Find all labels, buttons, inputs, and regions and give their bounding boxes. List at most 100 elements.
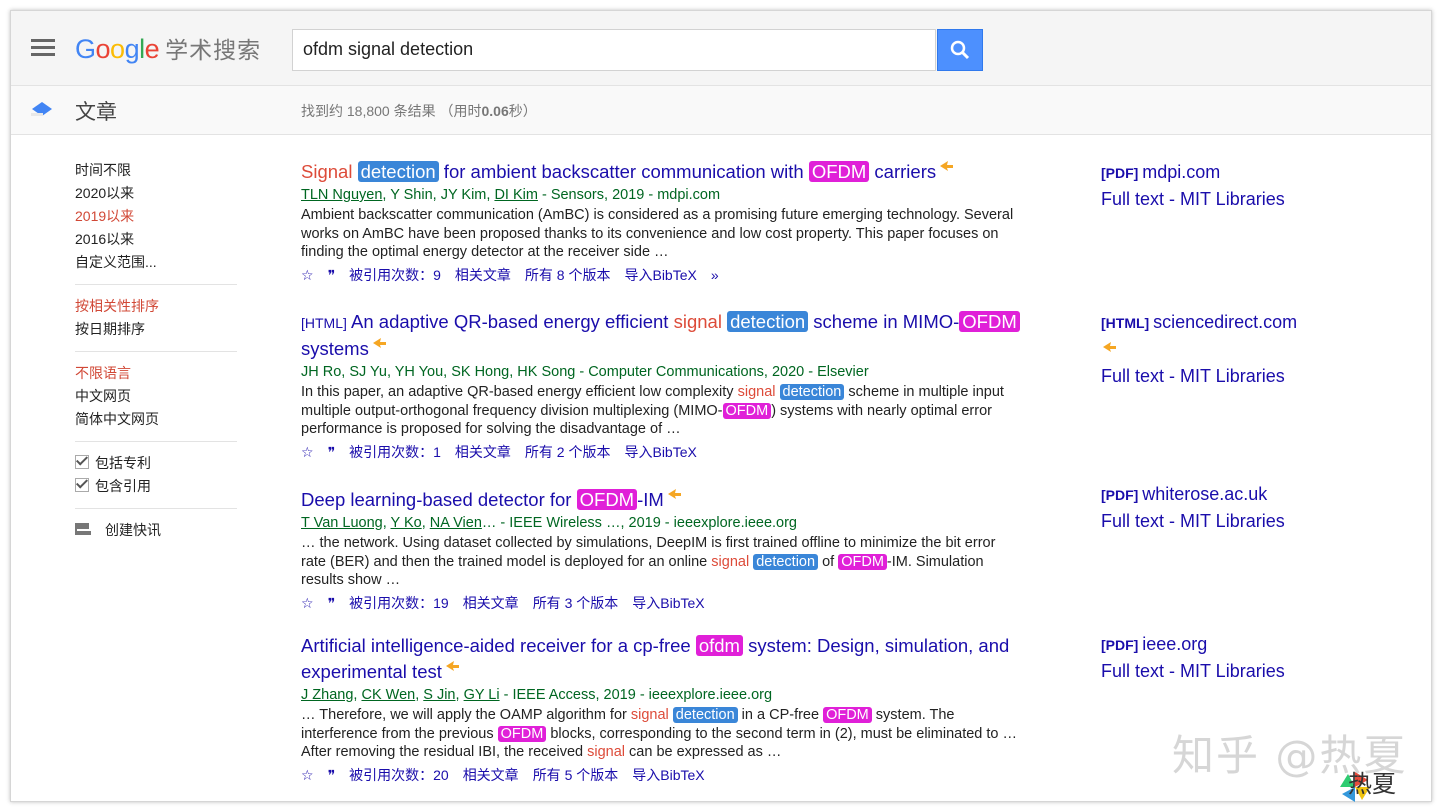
- cited-by-link[interactable]: 被引用次数：19: [349, 595, 449, 611]
- author-link[interactable]: NA Vien: [430, 515, 482, 531]
- save-star-icon[interactable]: ☆: [301, 267, 314, 283]
- library-link-icon[interactable]: [444, 660, 460, 672]
- all-versions-link[interactable]: 所有 2 个版本: [525, 444, 611, 460]
- logo-letter: g: [124, 34, 140, 64]
- lang-chinese-web[interactable]: 中文网页: [75, 385, 240, 408]
- checkbox-label: 包含引用: [95, 478, 151, 494]
- author-link[interactable]: GY Li: [464, 687, 500, 703]
- side-links-block: [PDF] mdpi.com Full text - MIT Libraries: [1101, 159, 1285, 212]
- full-text-link[interactable]: Full text - MIT Libraries: [1101, 186, 1285, 212]
- link-text: ieee.org: [1142, 634, 1208, 654]
- full-text-link[interactable]: Full text - MIT Libraries: [1101, 363, 1297, 389]
- link-text: Full text - MIT Libraries: [1101, 511, 1285, 531]
- cited-by-link[interactable]: 被引用次数：9: [349, 267, 441, 283]
- library-link-icon[interactable]: [666, 488, 682, 500]
- text-segment: Ambient backscatter communication (AmBC)…: [301, 207, 1014, 260]
- full-text-link[interactable]: Full text - MIT Libraries: [1101, 508, 1285, 534]
- result-title-link[interactable]: Artificial intelligence-aided receiver f…: [301, 633, 1021, 685]
- cited-by-link[interactable]: 被引用次数：1: [349, 444, 441, 460]
- full-text-link[interactable]: Full text - MIT Libraries: [1101, 658, 1285, 684]
- all-versions-link[interactable]: 所有 3 个版本: [533, 595, 619, 611]
- search-button[interactable]: [937, 29, 983, 71]
- import-bibtex-link[interactable]: 导入BibTeX: [624, 267, 696, 283]
- more-icon[interactable]: »: [711, 267, 719, 283]
- result-title-link[interactable]: Deep learning-based detector for OFDM -IM: [301, 487, 1021, 513]
- library-link-icon[interactable]: [938, 160, 954, 172]
- time-filter-item[interactable]: 2019以来: [75, 205, 240, 228]
- cite-quote-icon[interactable]: ❞: [328, 595, 336, 611]
- sort-relevance[interactable]: 按相关性排序: [75, 295, 240, 318]
- sort-date[interactable]: 按日期排序: [75, 318, 240, 341]
- cite-quote-icon[interactable]: ❞: [328, 767, 336, 783]
- text-segment: -IM: [637, 489, 664, 510]
- include-citations-checkbox[interactable]: 包含引用: [75, 475, 240, 498]
- author-link[interactable]: J Zhang: [301, 687, 353, 703]
- scholar-logo[interactable]: Google 学术搜索: [75, 31, 261, 65]
- format-tag: [PDF]: [1101, 165, 1143, 181]
- search-icon: [950, 40, 970, 60]
- save-star-icon[interactable]: ☆: [301, 444, 314, 460]
- related-articles-link[interactable]: 相关文章: [455, 267, 511, 283]
- checkbox-icon: [75, 455, 89, 469]
- section-title: 文章: [75, 101, 117, 124]
- save-star-icon[interactable]: ☆: [301, 767, 314, 783]
- pdf-source-link[interactable]: [PDF] mdpi.com: [1101, 159, 1285, 186]
- keyword-red: signal: [630, 707, 669, 723]
- time-filter-item[interactable]: 2016以来: [75, 228, 240, 251]
- author-link[interactable]: Y Ko: [391, 515, 422, 531]
- cite-quote-icon[interactable]: ❞: [328, 267, 336, 283]
- related-articles-link[interactable]: 相关文章: [463, 767, 519, 783]
- keyword-highlight-pink: OFDM: [823, 707, 872, 723]
- logo-letter: o: [110, 34, 125, 64]
- cited-by-link[interactable]: 被引用次数：20: [349, 767, 449, 783]
- related-articles-link[interactable]: 相关文章: [463, 595, 519, 611]
- import-bibtex-link[interactable]: 导入BibTeX: [624, 444, 696, 460]
- text-segment: JH Ro, SJ Yu, YH You, SK Hong, HK Song -…: [301, 364, 869, 380]
- related-articles-link[interactable]: 相关文章: [455, 444, 511, 460]
- mail-icon: [75, 523, 91, 535]
- time-filter-item[interactable]: 自定义范围...: [75, 251, 240, 274]
- text-segment: carriers: [869, 161, 937, 182]
- author-link[interactable]: CK Wen: [361, 687, 415, 703]
- divider: [75, 351, 237, 352]
- create-alert-link[interactable]: 创建快讯: [75, 519, 240, 542]
- keyword-highlight-pink: ofdm: [695, 635, 743, 656]
- text-segment: … Therefore, we will apply the OAMP algo…: [301, 707, 631, 723]
- pdf-source-link[interactable]: [HTML] sciencedirect.com: [1101, 309, 1297, 336]
- result-title-link[interactable]: [HTML] An adaptive QR-based energy effic…: [301, 309, 1021, 362]
- keyword-red: signal: [737, 384, 776, 400]
- time-filter-item[interactable]: 时间不限: [75, 159, 240, 182]
- pdf-source-link[interactable]: [PDF] whiterose.ac.uk: [1101, 481, 1285, 508]
- cite-quote-icon[interactable]: ❞: [328, 444, 336, 460]
- logo-suffix: 学术搜索: [165, 37, 262, 63]
- lang-simplified-chinese[interactable]: 简体中文网页: [75, 408, 240, 431]
- menu-icon[interactable]: [31, 39, 55, 57]
- link-text: whiterose.ac.uk: [1142, 484, 1268, 504]
- author-link[interactable]: T Van Luong: [301, 515, 383, 531]
- side-links-block: [PDF] whiterose.ac.uk Full text - MIT Lib…: [1101, 481, 1285, 534]
- logo-letter: e: [144, 34, 160, 64]
- library-link-icon[interactable]: [371, 337, 387, 349]
- text-segment: scheme in MIMO-: [808, 311, 960, 332]
- lang-any[interactable]: 不限语言: [75, 362, 240, 385]
- import-bibtex-link[interactable]: 导入BibTeX: [632, 595, 704, 611]
- save-star-icon[interactable]: ☆: [301, 595, 314, 611]
- all-versions-link[interactable]: 所有 8 个版本: [525, 267, 611, 283]
- keyword-highlight-blue: detection: [753, 553, 819, 570]
- library-link-icon[interactable]: [1101, 336, 1117, 358]
- all-versions-link[interactable]: 所有 5 个版本: [533, 767, 619, 783]
- format-tag: [PDF]: [1101, 487, 1143, 503]
- result-title-link[interactable]: Signal detection for ambient backscatter…: [301, 159, 1021, 185]
- search-input[interactable]: [293, 30, 933, 68]
- text-segment: Deep learning-based detector for: [301, 489, 577, 510]
- corner-mark: 热夏: [1348, 770, 1396, 798]
- include-patents-checkbox[interactable]: 包括专利: [75, 452, 240, 475]
- author-link[interactable]: DI Kim: [494, 187, 538, 203]
- author-link[interactable]: S Jin: [423, 687, 455, 703]
- author-link[interactable]: TLN Nguyen: [301, 187, 382, 203]
- logo-letter: o: [95, 34, 111, 64]
- pdf-source-link[interactable]: [PDF] ieee.org: [1101, 631, 1285, 658]
- text-segment: … - IEEE Wireless …, 2019 - ieeexplore.i…: [481, 515, 797, 531]
- time-filter-item[interactable]: 2020以来: [75, 182, 240, 205]
- import-bibtex-link[interactable]: 导入BibTeX: [632, 767, 704, 783]
